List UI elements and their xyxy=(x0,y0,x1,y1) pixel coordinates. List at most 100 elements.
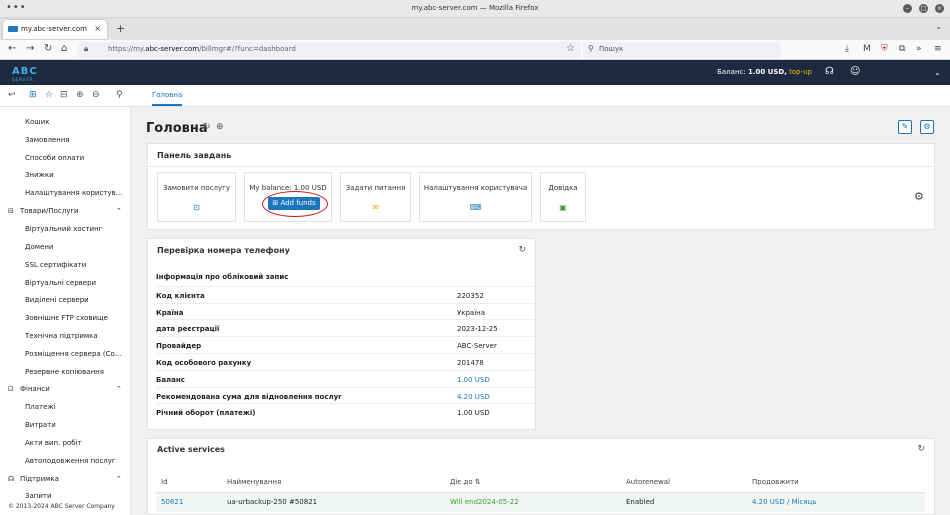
card-help[interactable]: Довідка ▣ xyxy=(540,172,586,222)
info-row: Річний оборот (платежі) 1.00 USD xyxy=(156,403,536,419)
tab-home[interactable]: Головна xyxy=(152,91,183,106)
col-name[interactable]: Найменування xyxy=(227,478,281,486)
favicon-icon xyxy=(8,26,18,32)
menu-icon[interactable]: ≡ xyxy=(934,44,942,54)
sidebar-item-colocation[interactable]: Розміщення сервера (Co... xyxy=(25,350,121,358)
window-titlebar: ••• my.abc-server.com — Mozilla Firefox … xyxy=(0,0,950,18)
tab-title: my.abc-server.com xyxy=(21,25,87,33)
service-renew-link[interactable]: 4.20 USD / Місяць xyxy=(752,498,817,506)
sidebar-item-payments[interactable]: Платежі xyxy=(25,403,56,411)
sidebar-item-hosting[interactable]: Віртуальний хостинг xyxy=(25,225,102,233)
search-placeholder: Пошук xyxy=(599,45,624,53)
sidebar-item-backup[interactable]: Резервне копіювання xyxy=(25,368,104,376)
chevron-down-icon[interactable]: ⌄ xyxy=(934,68,941,77)
header-balance: Баланс: 1.00 USD, top-up xyxy=(717,68,812,76)
mail-icon[interactable]: M xyxy=(863,44,871,54)
search-icon[interactable]: ⚲ xyxy=(116,90,123,100)
user-icon[interactable]: ☺ xyxy=(850,66,860,77)
sidebar-item-payment-methods[interactable]: Способи оплати xyxy=(25,154,84,162)
list-tabs-icon[interactable]: ⌄ xyxy=(935,22,942,31)
back-icon[interactable]: ← xyxy=(8,43,16,54)
minimize-icon[interactable]: – xyxy=(903,4,912,13)
forward-icon[interactable]: → xyxy=(26,43,34,54)
url-bar[interactable]: 🔒︎ https://my.abc-server.com/billmgr#/?f… xyxy=(78,42,581,58)
service-name: ua-urbackup-250 #50821 xyxy=(227,498,318,506)
refresh-icon[interactable]: ↻ xyxy=(518,245,526,255)
support-headset-icon[interactable]: ☊ xyxy=(825,66,834,77)
sidebar-item-domains[interactable]: Домени xyxy=(25,243,53,251)
page-title: Головна xyxy=(146,121,208,136)
tree-icon[interactable]: ⊞ xyxy=(29,90,37,100)
close-tab-icon[interactable]: × xyxy=(94,24,101,33)
bookmark-star-icon[interactable]: ☆ xyxy=(566,43,575,54)
copyright: © 2013-2024 ABC Server Company xyxy=(8,503,115,510)
sidebar-group-goods[interactable]: ⊟ Товари/Послуги ⌃ xyxy=(8,207,122,215)
cart-icon: ⊡ xyxy=(193,203,200,212)
refresh-icon[interactable]: ↻ xyxy=(203,122,211,132)
search-icon: ⚲ xyxy=(588,44,594,53)
refresh-icon[interactable]: ↻ xyxy=(917,444,925,454)
chevron-up-icon[interactable]: ⌃ xyxy=(116,207,122,215)
extensions-icon[interactable]: ⧉ xyxy=(899,44,905,54)
card-order-service[interactable]: Замовити послугу ⊡ xyxy=(157,172,236,222)
logo[interactable]: ABC SERVER xyxy=(12,66,42,82)
url-text[interactable]: https://my.abc-server.com/billmgr#/?func… xyxy=(108,45,296,53)
sidebar-item-vps[interactable]: Віртуальні сервери xyxy=(25,279,96,287)
favorites-star-icon[interactable]: ☆ xyxy=(45,90,53,100)
chevron-up-icon[interactable]: ⌃ xyxy=(116,385,122,393)
back-arrow-icon[interactable]: ↩ xyxy=(8,90,16,100)
new-tab-icon[interactable]: + xyxy=(116,22,125,35)
info-row: Країна Україна xyxy=(156,303,536,319)
overflow-icon[interactable]: » xyxy=(916,44,922,54)
info-row: Код особового рахунку 201478 xyxy=(156,353,536,369)
browser-tab[interactable]: my.abc-server.com × xyxy=(3,20,107,39)
service-autorenewal: Enabled xyxy=(626,498,655,506)
info-row: Код клієнта 220352 xyxy=(156,286,536,302)
sidebar-item-requests[interactable]: Запити xyxy=(25,492,52,500)
sidebar-item-cart[interactable]: Кошик xyxy=(25,118,49,126)
col-until[interactable]: Діє до ⇅ xyxy=(450,478,481,486)
close-window-icon[interactable]: × xyxy=(935,4,944,13)
reload-icon[interactable]: ↻ xyxy=(44,43,52,54)
service-id-link[interactable]: 50821 xyxy=(161,498,183,506)
topup-link[interactable]: top-up xyxy=(789,68,812,76)
gear-icon[interactable]: ⚙ xyxy=(914,190,924,203)
lock-icon[interactable]: 🔒︎ xyxy=(84,44,88,54)
expand-all-icon[interactable]: ⊕ xyxy=(76,90,84,100)
sidebar-item-ssl[interactable]: SSL сертифікати xyxy=(25,261,86,269)
chat-icon: ✉ xyxy=(372,203,379,212)
info-row: дата реєстрації 2023-12-25 xyxy=(156,319,536,335)
downloads-icon[interactable]: ⤓ xyxy=(845,44,849,54)
balance-link[interactable]: 1.00 USD xyxy=(457,376,490,384)
chevron-up-icon[interactable]: ⌃ xyxy=(116,475,122,483)
sidebar-item-autorenew[interactable]: Автоподовження послуг xyxy=(25,457,116,465)
sidebar-item-user-settings[interactable]: Налаштування користув... xyxy=(25,189,122,197)
settings-icon[interactable]: ⚙ xyxy=(920,120,934,134)
col-id[interactable]: Id xyxy=(161,478,168,486)
maximize-icon[interactable]: □ xyxy=(919,4,928,13)
sidebar-group-support[interactable]: ☊ Підтримка ⌃ xyxy=(8,475,122,483)
sidebar-item-expenses[interactable]: Витрати xyxy=(25,421,56,429)
briefcase-icon[interactable]: ⊟ xyxy=(60,90,68,100)
browser-toolbar: ← → ↻ ⌂ 🔒︎ https://my.abc-server.com/bil… xyxy=(0,40,950,60)
sidebar-group-finance[interactable]: ⊡ Фінанси ⌃ xyxy=(8,385,122,393)
edit-icon[interactable]: ✎ xyxy=(898,120,912,134)
recommended-sum-link[interactable]: 4.20 USD xyxy=(457,393,490,401)
col-autorenewal[interactable]: Autorenewal xyxy=(626,478,670,486)
sidebar-item-discounts[interactable]: Знижки xyxy=(25,171,54,179)
main-tabs: Головна xyxy=(131,85,950,107)
collapse-all-icon[interactable]: ⊖ xyxy=(92,90,100,100)
sidebar-item-ftp[interactable]: Зовнішнє FTP сховище xyxy=(25,314,108,322)
sidebar-item-acts[interactable]: Акти вип. робіт xyxy=(25,439,82,447)
sidebar-item-orders[interactable]: Замовлення xyxy=(25,136,70,144)
sidebar-item-tech-support[interactable]: Технічна підтримка xyxy=(25,332,98,340)
card-ask-question[interactable]: Задати питання ✉ xyxy=(340,172,411,222)
search-input[interactable]: ⚲ Пошук xyxy=(583,42,781,58)
home-icon[interactable]: ⌂ xyxy=(61,43,67,54)
sidebar-item-dedicated[interactable]: Виділені сервери xyxy=(25,296,89,304)
sidebar: Кошик Замовлення Способи оплати Знижки Н… xyxy=(0,107,131,515)
extension-shield-icon[interactable]: ⛨ xyxy=(881,44,888,54)
card-user-settings[interactable]: Налаштування користувача ⌨ xyxy=(419,172,532,222)
globe-icon[interactable]: ⊕ xyxy=(216,122,224,132)
col-renew[interactable]: Продовжити xyxy=(752,478,799,486)
